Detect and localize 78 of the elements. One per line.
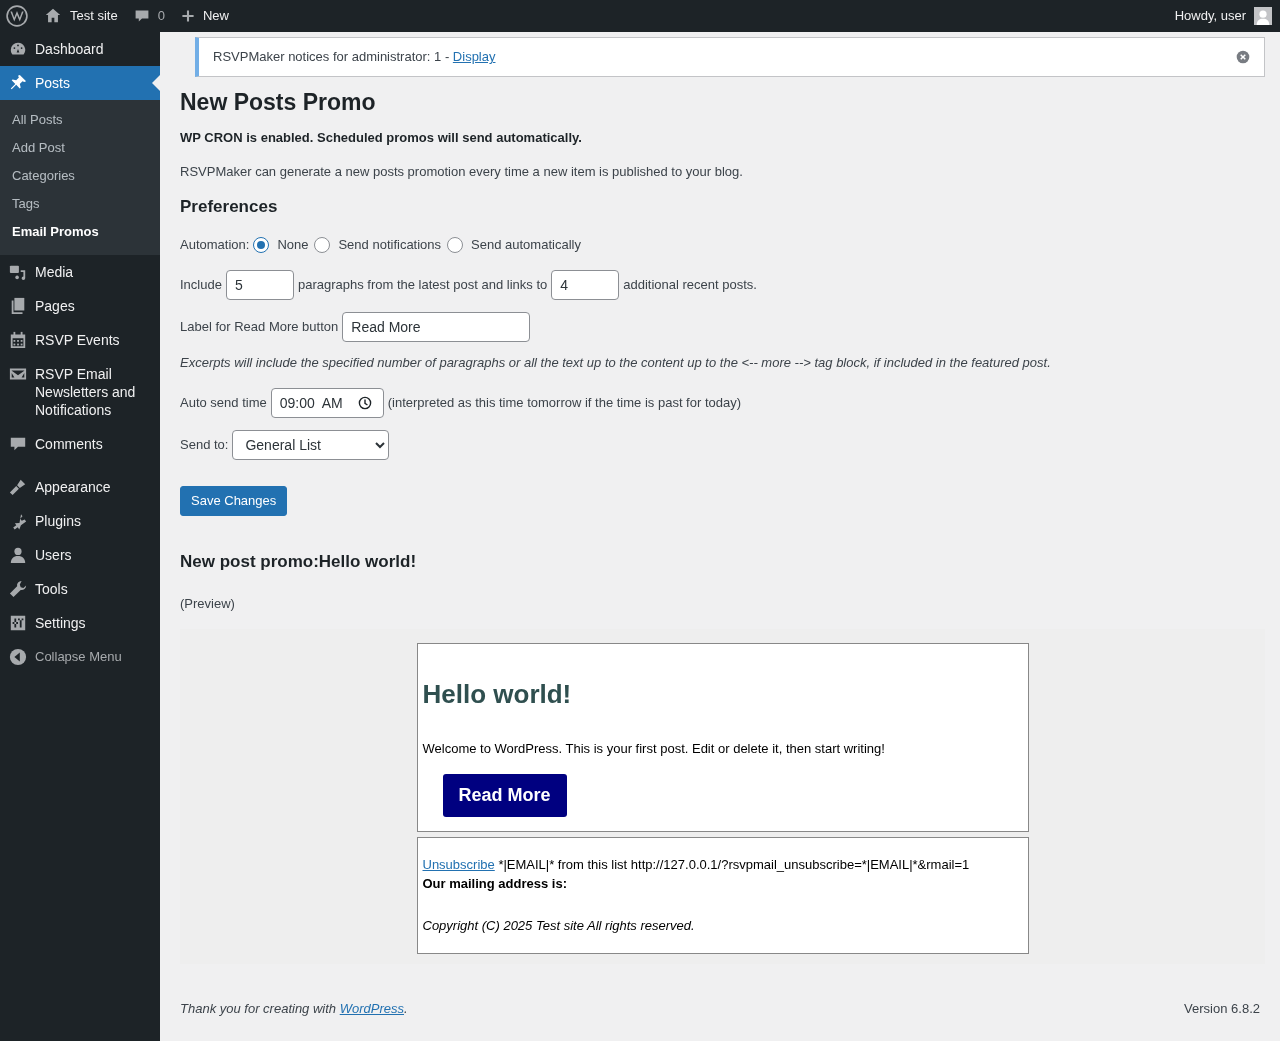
version-text: Version 6.8.2 [1184,1000,1260,1018]
read-more-label-field[interactable]: Read More [342,311,531,342]
radio-button[interactable] [314,236,331,253]
submenu-item[interactable]: Email Promos [0,219,160,247]
circle-arrow-left-icon [9,648,27,666]
page-title: New Posts Promo [180,89,377,117]
links-field[interactable]: 4 [551,269,620,300]
save-changes-button[interactable]: Save Changes [180,485,288,517]
calendar-icon [9,331,27,349]
submenu-item[interactable]: Categories [0,163,160,191]
field-label: Include [180,275,222,294]
radio-label[interactable]: Send automatically [471,235,581,254]
field-label: paragraphs from the latest post and links to [297,275,548,294]
sidebar-item[interactable]: RSVP Email Newsletters and Notifications [0,357,160,427]
pages-icon [9,297,27,315]
pushpin-icon [9,74,27,92]
radio-label[interactable]: Send notifications [338,235,442,254]
sidebar-item[interactable]: Dashboard [0,32,160,66]
sidebar-item[interactable]: Appearance [0,470,160,504]
collapse-menu-button[interactable]: Collapse Menu [0,640,160,674]
radio-button[interactable] [447,236,464,253]
send-to-dropdown[interactable]: General List [232,429,390,460]
avatar-icon [1254,7,1272,25]
footer-thanks: Thank you for creating with WordPress. [180,1000,408,1018]
field-label: additional recent posts. [623,275,757,294]
unsubscribe-link[interactable]: Unsubscribe [422,857,495,873]
speech-bubble-icon [133,8,150,24]
email-text: Welcome to WordPress. This is your first post. Edit or delete it, then start writing! [422,740,886,759]
email-title: Hello world! [422,677,573,711]
plus-icon [180,9,195,23]
display-link[interactable]: Display [452,49,496,64]
sidebar-item[interactable]: Pages [0,289,160,323]
submenu-item[interactable]: Tags [0,191,160,219]
wordpress-link[interactable]: WordPress [339,1001,404,1016]
field-label: Auto send time [180,393,267,412]
paragraphs-field[interactable]: 5 [225,269,294,300]
user-menu[interactable]: Howdy, user [1174,6,1272,26]
close-icon[interactable] [1236,50,1250,65]
field-label: (interpreted as this time tomorrow if the time is past for today) [387,393,742,412]
wordpress-logo-icon [6,5,28,27]
radio-label[interactable]: None [277,235,309,254]
field-label: Send to: [180,435,229,454]
person-icon [9,546,27,564]
unsubscribe-line: Unsubscribe *|EMAIL|* from this list http://127.0.0.1/?rsvpmail_unsubscribe=*|EMAIL|*&rmail=1 [422,856,971,875]
wrench-icon [9,580,27,598]
clock-icon [357,395,372,410]
field-label: Label for Read More button [180,317,339,336]
time-field[interactable]: 09:00 AM [270,387,384,418]
sliders-icon [9,614,27,632]
read-more-button[interactable]: Read More [442,774,567,818]
site-link[interactable]: Test site [44,6,118,26]
paintbrush-icon [9,478,27,496]
new-link[interactable]: New [180,6,229,26]
camera-music-icon [9,263,27,281]
notice-text: RSVPMaker notices for administrator: 1 - Display [213,48,496,66]
excerpt-note: Excerpts will include the specified number of paragraphs or all the text up to the content up to the <-- more --> tag block, if included in the featured post. [180,353,1052,372]
intro-text: RSVPMaker can generate a new posts promotion every time a new item is published to your blog. [180,162,744,181]
section-heading: Preferences [180,197,279,218]
sidebar-item[interactable]: Settings [0,606,160,640]
sidebar-item[interactable]: Comments [0,427,160,461]
mailing-address-label: Our mailing address is: [422,874,568,893]
home-icon [44,7,62,25]
sidebar-item[interactable]: Posts [0,66,160,100]
comments-link[interactable]: 0 [133,6,165,26]
promo-heading: New post promo:Hello world! [180,552,418,573]
sidebar-item[interactable]: Users [0,538,160,572]
sidebar-item[interactable]: Plugins [0,504,160,538]
sidebar-item[interactable]: RSVP Events [0,323,160,357]
submenu-item[interactable]: Add Post [0,135,160,163]
field-label: Automation: [180,235,250,254]
sidebar-item[interactable]: Tools [0,572,160,606]
sidebar-item[interactable]: Media [0,255,160,289]
copyright-text: Copyright (C) 2025 Test site All rights reserved. [422,916,696,935]
preview-label: (Preview) [180,594,236,613]
cron-note: WP CRON is enabled. Scheduled promos will send automatically. [180,128,583,147]
submenu-item[interactable]: All Posts [0,107,160,135]
radio-button[interactable] [253,236,270,253]
speech-bubble-icon [9,435,27,453]
